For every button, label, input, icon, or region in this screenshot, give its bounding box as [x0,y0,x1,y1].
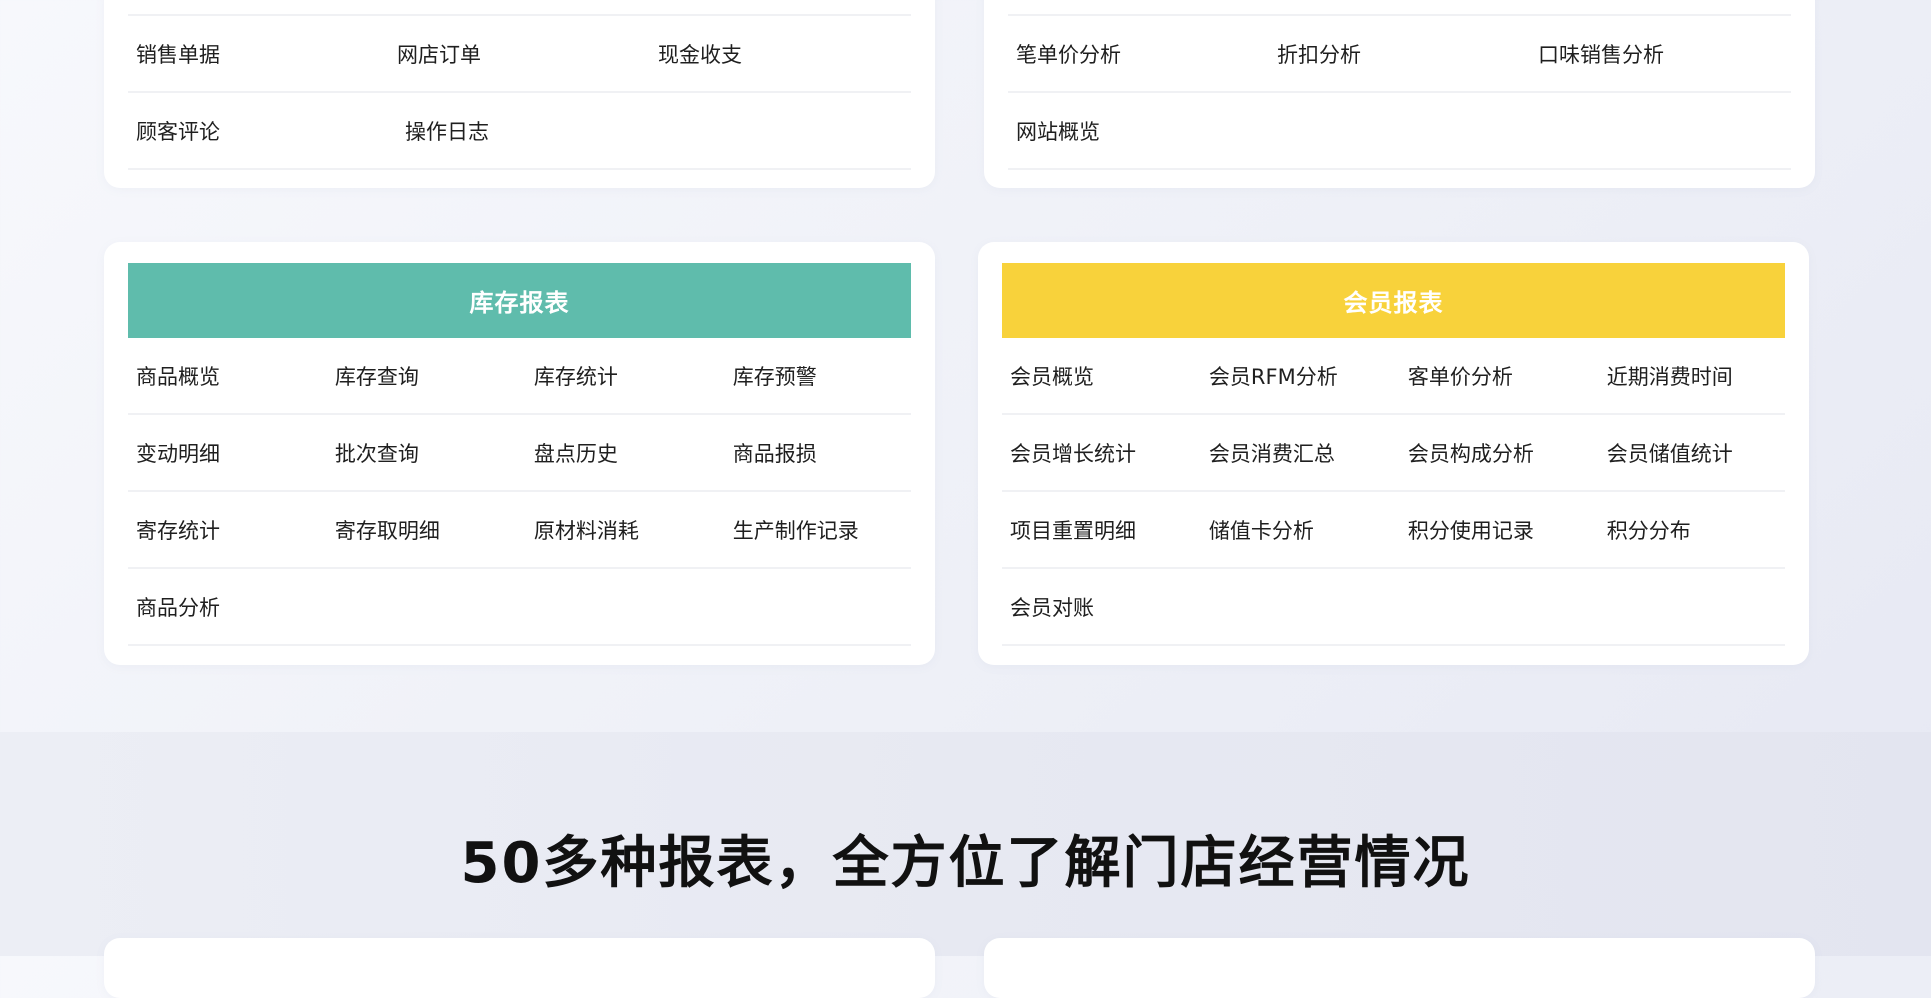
report-link[interactable]: 网店订单 [389,39,650,69]
report-link[interactable]: 生产制作记录 [725,515,911,545]
inventory-report-card: 库存报表 商品概览 库存查询 库存统计 库存预警 变动明细 批次查询 盘点历史 … [104,242,935,665]
report-link[interactable]: 积分使用记录 [1400,515,1599,545]
table-row: 寄存统计 寄存取明细 原材料消耗 生产制作记录 [128,492,911,569]
report-link[interactable]: 会员RFM分析 [1201,361,1400,391]
inventory-report-grid: 商品概览 库存查询 库存统计 库存预警 变动明细 批次查询 盘点历史 商品报损 … [128,338,911,646]
table-row: 顾客评论 操作日志 [128,93,911,170]
report-link[interactable]: 会员增长统计 [1002,438,1201,468]
report-link[interactable]: 会员储值统计 [1599,438,1785,468]
report-link[interactable]: 商品概览 [128,361,327,391]
report-link[interactable]: 顾客评论 [128,116,397,146]
report-link[interactable]: 库存预警 [725,361,911,391]
inventory-report-title: 库存报表 [469,289,570,317]
report-link[interactable]: 现金收支 [650,39,911,69]
report-card-preview-left [104,938,935,998]
analysis-report-card: 笔单价分析 折扣分析 口味销售分析 网站概览 [984,0,1815,188]
report-link[interactable]: 网站概览 [1008,116,1277,146]
report-link[interactable]: 销售单据 [128,39,389,69]
analysis-report-grid: 笔单价分析 折扣分析 口味销售分析 网站概览 [1008,14,1791,170]
section-headline: 50多种报表，全方位了解门店经营情况 [460,831,1471,896]
report-link[interactable]: 盘点历史 [526,438,725,468]
report-link[interactable]: 折扣分析 [1269,39,1530,69]
report-link[interactable]: 客单价分析 [1400,361,1599,391]
member-report-header: 会员报表 [1002,263,1785,338]
report-link[interactable]: 操作日志 [397,116,666,146]
report-link[interactable]: 会员对账 [1002,592,1206,622]
report-link[interactable]: 商品分析 [128,592,332,622]
report-link[interactable]: 储值卡分析 [1201,515,1400,545]
table-row: 变动明细 批次查询 盘点历史 商品报损 [128,415,911,492]
report-link[interactable]: 原材料消耗 [526,515,725,545]
inventory-report-header: 库存报表 [128,263,911,338]
member-report-title: 会员报表 [1343,289,1444,317]
report-link[interactable]: 会员构成分析 [1400,438,1599,468]
table-row: 商品概览 库存查询 库存统计 库存预警 [128,338,911,415]
member-report-card: 会员报表 会员概览 会员RFM分析 客单价分析 近期消费时间 会员增长统计 会员… [978,242,1809,665]
report-link[interactable]: 批次查询 [327,438,526,468]
table-row: 会员增长统计 会员消费汇总 会员构成分析 会员储值统计 [1002,415,1785,492]
report-link[interactable]: 库存统计 [526,361,725,391]
report-link[interactable]: 商品报损 [725,438,911,468]
table-row: 笔单价分析 折扣分析 口味销售分析 [1008,14,1791,93]
report-link[interactable]: 库存查询 [327,361,526,391]
report-link[interactable]: 积分分布 [1599,515,1785,545]
report-link[interactable]: 变动明细 [128,438,327,468]
sales-report-card: 销售单据 网店订单 现金收支 顾客评论 操作日志 [104,0,935,188]
table-row: 会员对账 [1002,569,1785,646]
table-row: 会员概览 会员RFM分析 客单价分析 近期消费时间 [1002,338,1785,415]
table-row: 商品分析 [128,569,911,646]
report-link[interactable]: 寄存统计 [128,515,327,545]
report-link[interactable]: 寄存取明细 [327,515,526,545]
table-row: 销售单据 网店订单 现金收支 [128,14,911,93]
member-report-grid: 会员概览 会员RFM分析 客单价分析 近期消费时间 会员增长统计 会员消费汇总 … [1002,338,1785,646]
table-row: 项目重置明细 储值卡分析 积分使用记录 积分分布 [1002,492,1785,569]
report-link[interactable]: 笔单价分析 [1008,39,1269,69]
sales-report-grid: 销售单据 网店订单 现金收支 顾客评论 操作日志 [128,14,911,170]
report-link[interactable]: 会员概览 [1002,361,1201,391]
report-card-preview-right [984,938,1815,998]
report-link[interactable]: 近期消费时间 [1599,361,1785,391]
report-link[interactable]: 项目重置明细 [1002,515,1201,545]
table-row: 网站概览 [1008,93,1791,170]
report-link[interactable]: 会员消费汇总 [1201,438,1400,468]
reports-section: 销售单据 网店订单 现金收支 顾客评论 操作日志 笔单价分析 折扣分析 口味销售… [0,0,1931,732]
report-link[interactable]: 口味销售分析 [1530,39,1791,69]
